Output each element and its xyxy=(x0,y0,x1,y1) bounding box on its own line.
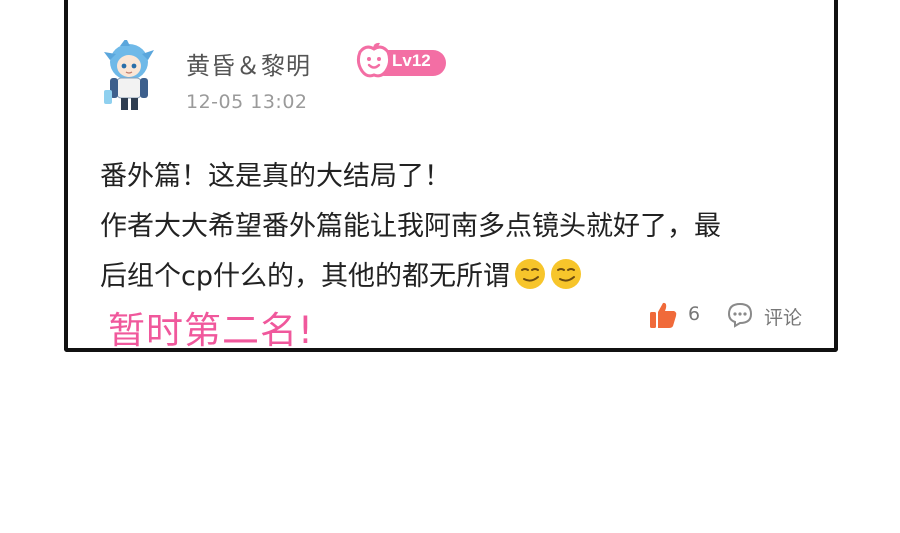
timestamp: 12-05 13:02 xyxy=(186,91,308,113)
level-badge: Lv12 xyxy=(354,40,448,80)
smirk-emoji-icon xyxy=(514,257,546,289)
avatar[interactable] xyxy=(100,38,158,112)
username[interactable]: 黄昏＆黎明 xyxy=(186,46,311,81)
smirk-emoji-icon xyxy=(550,257,582,289)
comment-line: 后组个cp什么的，其他的都无所谓 xyxy=(100,261,510,292)
level-label: Lv12 xyxy=(392,51,431,70)
apple-level-icon xyxy=(354,40,394,80)
comment-line-last: 后组个cp什么的，其他的都无所谓 xyxy=(100,252,820,302)
like-count: 6 xyxy=(688,303,701,325)
pink-annotation: 暂时第二名! xyxy=(108,309,314,352)
comment-line: 作者大大希望番外篇能让我阿南多点镜头就好了，最 xyxy=(100,211,721,242)
comment-bubble-icon[interactable] xyxy=(726,301,754,329)
thumbs-up-icon[interactable] xyxy=(648,300,678,330)
comment-line: 番外篇！这是真的大结局了！ xyxy=(100,161,451,192)
comment-label[interactable]: 评论 xyxy=(764,303,802,330)
comment-body: 番外篇！这是真的大结局了！ 作者大大希望番外篇能让我阿南多点镜头就好了，最 后组… xyxy=(100,152,820,302)
